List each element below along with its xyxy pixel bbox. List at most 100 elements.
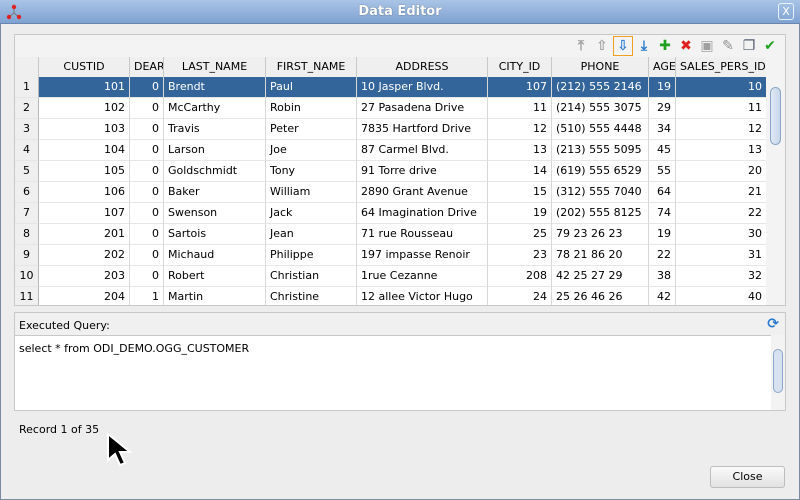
table-cell[interactable]: Martin <box>164 287 266 305</box>
table-cell[interactable]: 0 <box>130 140 164 161</box>
column-header[interactable]: CITY_ID <box>488 57 552 78</box>
table-cell[interactable]: 0 <box>130 224 164 245</box>
table-cell[interactable]: 201 <box>39 224 130 245</box>
table-cell[interactable]: 13 <box>488 140 552 161</box>
column-header[interactable]: DEAR <box>130 57 164 78</box>
table-cell[interactable]: 25 <box>488 224 552 245</box>
table-cell[interactable]: 7835 Hartford Drive <box>357 119 488 140</box>
table-cell[interactable]: 27 Pasadena Drive <box>357 98 488 119</box>
table-cell[interactable]: 204 <box>39 287 130 305</box>
row-number[interactable]: 5 <box>15 161 39 182</box>
table-cell[interactable]: 15 <box>488 182 552 203</box>
query-scroll-thumb[interactable] <box>773 349 783 393</box>
table-cell[interactable]: 0 <box>130 77 164 98</box>
table-cell[interactable]: 29 <box>649 98 676 119</box>
row-number[interactable]: 4 <box>15 140 39 161</box>
table-cell[interactable]: 74 <box>649 203 676 224</box>
table-cell[interactable]: 64 <box>649 182 676 203</box>
table-cell[interactable]: 12 <box>676 119 767 140</box>
table-cell[interactable]: McCarthy <box>164 98 266 119</box>
row-number[interactable]: 3 <box>15 119 39 140</box>
copy-button[interactable]: ❐ <box>740 37 758 55</box>
table-cell[interactable]: 208 <box>488 266 552 287</box>
table-cell[interactable]: Brendt <box>164 77 266 98</box>
table-cell[interactable]: 107 <box>488 77 552 98</box>
table-row[interactable]: 4 104 0 Larson Joe 87 Carmel Blvd. 13 (213) 555… <box>15 140 767 161</box>
table-cell[interactable]: Peter <box>266 119 357 140</box>
table-row[interactable]: 6 106 0 Baker William 2890 Grant Avenue 15 (312… <box>15 182 767 203</box>
clear-button[interactable]: ✎ <box>719 37 737 55</box>
table-cell[interactable]: 38 <box>649 266 676 287</box>
column-header[interactable]: LAST_NAME <box>164 57 266 78</box>
table-cell[interactable]: 21 <box>676 182 767 203</box>
query-text[interactable]: select * from ODI_DEMO.OGG_CUSTOMER <box>15 335 785 410</box>
save-button[interactable]: ▣ <box>698 37 716 55</box>
table-cell[interactable]: Robin <box>266 98 357 119</box>
table-cell[interactable]: Robert <box>164 266 266 287</box>
row-number[interactable]: 7 <box>15 203 39 224</box>
table-cell[interactable]: 22 <box>676 203 767 224</box>
table-cell[interactable]: 0 <box>130 203 164 224</box>
table-cell[interactable]: 105 <box>39 161 130 182</box>
table-row[interactable]: 10 203 0 Robert Christian 1rue Cezanne 208 42 2… <box>15 266 767 287</box>
table-cell[interactable]: 103 <box>39 119 130 140</box>
table-cell[interactable]: 0 <box>130 161 164 182</box>
table-cell[interactable]: 25 26 46 26 <box>552 287 649 305</box>
delete-row-button[interactable]: ✖ <box>677 37 695 55</box>
table-cell[interactable]: 2890 Grant Avenue <box>357 182 488 203</box>
row-number[interactable]: 9 <box>15 245 39 266</box>
table-cell[interactable]: Christine <box>266 287 357 305</box>
table-cell[interactable]: 13 <box>676 140 767 161</box>
table-cell[interactable]: (619) 555 6529 <box>552 161 649 182</box>
column-header[interactable]: PHONE <box>552 57 649 78</box>
table-cell[interactable]: 107 <box>39 203 130 224</box>
column-header[interactable]: CUSTID <box>39 57 130 78</box>
table-cell[interactable]: (510) 555 4448 <box>552 119 649 140</box>
table-cell[interactable]: Sartois <box>164 224 266 245</box>
table-cell[interactable]: (214) 555 3075 <box>552 98 649 119</box>
table-cell[interactable]: 101 <box>39 77 130 98</box>
column-header[interactable]: SALES_PERS_ID <box>676 57 767 78</box>
table-cell[interactable]: 19 <box>649 77 676 98</box>
table-cell[interactable]: 11 <box>488 98 552 119</box>
table-cell[interactable]: 24 <box>488 287 552 305</box>
table-cell[interactable]: 32 <box>676 266 767 287</box>
table-cell[interactable]: 14 <box>488 161 552 182</box>
table-cell[interactable]: 42 <box>649 287 676 305</box>
table-cell[interactable]: 78 21 86 20 <box>552 245 649 266</box>
table-cell[interactable]: 102 <box>39 98 130 119</box>
table-cell[interactable]: 87 Carmel Blvd. <box>357 140 488 161</box>
table-cell[interactable]: 19 <box>488 203 552 224</box>
table-cell[interactable]: 45 <box>649 140 676 161</box>
query-scrollbar[interactable] <box>771 335 785 410</box>
table-row[interactable]: 5 105 0 Goldschmidt Tony 91 Torre drive 14 (619… <box>15 161 767 182</box>
table-cell[interactable]: Tony <box>266 161 357 182</box>
table-cell[interactable]: Swenson <box>164 203 266 224</box>
table-row[interactable]: 8 201 0 Sartois Jean 71 rue Rousseau 25 79 23 2… <box>15 224 767 245</box>
table-cell[interactable]: 40 <box>676 287 767 305</box>
table-cell[interactable]: (213) 555 5095 <box>552 140 649 161</box>
table-cell[interactable]: Jack <box>266 203 357 224</box>
next-record-button[interactable]: ⇩ <box>613 36 633 56</box>
table-cell[interactable]: Jean <box>266 224 357 245</box>
column-header[interactable]: AGE <box>649 57 676 78</box>
table-cell[interactable]: 1 <box>130 287 164 305</box>
row-number[interactable]: 11 <box>15 287 39 305</box>
table-cell[interactable]: Christian <box>266 266 357 287</box>
table-cell[interactable]: 79 23 26 23 <box>552 224 649 245</box>
window-close-button[interactable]: X <box>778 3 794 20</box>
table-cell[interactable]: Baker <box>164 182 266 203</box>
table-cell[interactable]: (202) 555 8125 <box>552 203 649 224</box>
table-row[interactable]: 2 102 0 McCarthy Robin 27 Pasadena Drive 11 (21… <box>15 98 767 119</box>
table-cell[interactable]: 55 <box>649 161 676 182</box>
row-number[interactable]: 2 <box>15 98 39 119</box>
row-number[interactable]: 1 <box>15 77 39 98</box>
table-cell[interactable]: 104 <box>39 140 130 161</box>
row-number[interactable]: 8 <box>15 224 39 245</box>
table-cell[interactable]: Philippe <box>266 245 357 266</box>
column-header[interactable]: ADDRESS <box>357 57 488 78</box>
corner-header[interactable] <box>15 57 39 78</box>
row-number[interactable]: 10 <box>15 266 39 287</box>
table-cell[interactable]: 197 impasse Renoir <box>357 245 488 266</box>
table-cell[interactable]: 12 <box>488 119 552 140</box>
